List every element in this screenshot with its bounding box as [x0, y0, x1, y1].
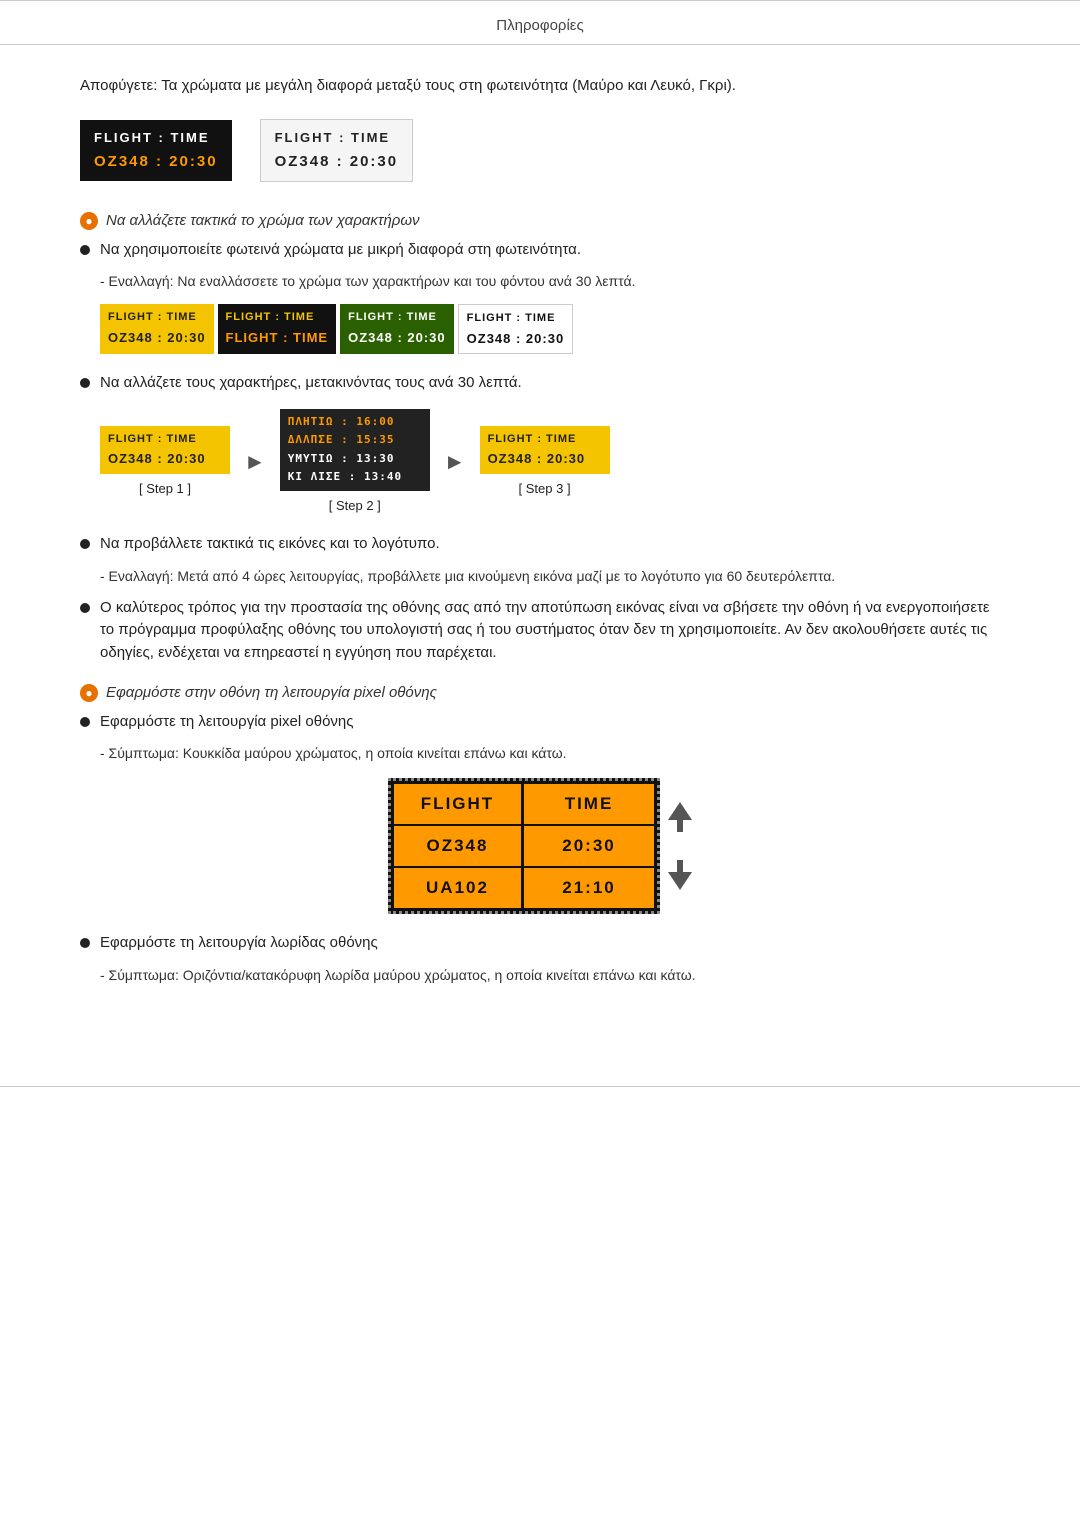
sub-note-1: - Εναλλαγή: Να εναλλάσσετε το χρώμα των … [100, 271, 1000, 292]
header-title: Πληροφορίες [0, 7, 1080, 45]
bullet6-row: Εφαρμόστε τη λειτουργία λωρίδας οθόνης [80, 932, 1000, 955]
orange-icon-symbol: ● [85, 212, 92, 230]
page: Πληροφορίες Αποφύγετε: Τα χρώματα με μεγ… [0, 0, 1080, 1527]
section1-heading-row: ● Να αλλάζετε τακτικά το χρώμα των χαρακ… [80, 210, 1000, 233]
bullet3-text: Να προβάλλετε τακτικά τις εικόνες και το… [100, 533, 440, 556]
bullet-dot-1 [80, 245, 90, 255]
section5-heading-row: ● Εφαρμόστε στην οθόνη τη λειτουργία pix… [80, 682, 1000, 705]
bullet2-row: Να αλλάζετε τους χαρακτήρες, μετακινόντα… [80, 372, 1000, 395]
step2-label: [ Step 2 ] [280, 496, 430, 516]
bullet-dot-6 [80, 938, 90, 948]
steps-row: FLIGHT : TIME OZ348 : 20:30 [ Step 1 ] ►… [100, 409, 1000, 516]
bullet1-row: Να χρησιμοποιείτε φωτεινά χρώματα με μικ… [80, 239, 1000, 262]
pixel-wrapper: FLIGHT TIME OZ348 20:30 [388, 778, 692, 914]
pb-2030: 20:30 [524, 826, 654, 866]
step1-label: [ Step 1 ] [100, 479, 230, 499]
pixel-board: FLIGHT TIME OZ348 20:30 [388, 778, 660, 914]
color-boards-row: FLIGHT : TIME OZ348 : 20:30 FLIGHT : TIM… [100, 304, 1000, 354]
board-green-white: FLIGHT : TIME OZ348 : 20:30 [340, 304, 454, 354]
step1-r2: OZ348 : 20:30 [108, 449, 222, 469]
light-board-row2: OZ348 : 20:30 [275, 151, 399, 174]
bullet-dot-3 [80, 539, 90, 549]
step2-r1: ΠΛΗΤΙΩ : 16:00 [288, 414, 422, 431]
wb-r2: OZ348 : 20:30 [467, 329, 565, 349]
orange-circle-icon-1: ● [80, 212, 98, 230]
by-r1: FLIGHT : TIME [226, 309, 329, 326]
yb-r1: FLIGHT : TIME [108, 309, 206, 326]
gw-r2: OZ348 : 20:30 [348, 328, 446, 348]
bullet6-text: Εφαρμόστε τη λειτουργία λωρίδας οθόνης [100, 932, 378, 955]
sub-note-5: - Σύμπτωμα: Κουκκίδα μαύρου χρώματος, η … [100, 743, 1000, 764]
pb-row2: OZ348 20:30 [394, 826, 654, 866]
down-arrow-icon [668, 802, 692, 852]
pixel-board-container: FLIGHT TIME OZ348 20:30 [80, 778, 1000, 914]
flight-board-dark: FLIGHT : TIME OZ348 : 20:30 [80, 120, 232, 181]
board-white-black: FLIGHT : TIME OZ348 : 20:30 [458, 304, 574, 354]
orange-circle-icon-2: ● [80, 684, 98, 702]
pb-oz348: OZ348 [394, 826, 524, 866]
wb-r1: FLIGHT : TIME [467, 310, 565, 327]
bottom-border [0, 1086, 1080, 1087]
step3-r2: OZ348 : 20:30 [488, 449, 602, 469]
content: Αποφύγετε: Τα χρώματα με μεγάλη διαφορά … [0, 45, 1080, 1056]
section1-heading: Να αλλάζετε τακτικά το χρώμα των χαρακτή… [106, 210, 420, 233]
step3-container: FLIGHT : TIME OZ348 : 20:30 [ Step 3 ] [480, 426, 610, 499]
step2-r2: ΔΛΛΠΣΕ : 15:35 [288, 432, 422, 449]
step1-container: FLIGHT : TIME OZ348 : 20:30 [ Step 1 ] [100, 426, 230, 499]
orange-icon-symbol-2: ● [85, 684, 92, 702]
yb-r2: OZ348 : 20:30 [108, 328, 206, 348]
sub-note-3: - Εναλλαγή: Μετά από 4 ώρες λειτουργίας,… [100, 566, 1000, 587]
section5-heading: Εφαρμόστε στην οθόνη τη λειτουργία pixel… [106, 682, 437, 705]
step1-board: FLIGHT : TIME OZ348 : 20:30 [100, 426, 230, 474]
bullet5-text: Εφαρμόστε τη λειτουργία pixel οθόνης [100, 711, 354, 734]
step2-board: ΠΛΗΤΙΩ : 16:00 ΔΛΛΠΣΕ : 15:35 ΥΜΥΤΙΩ : 1… [280, 409, 430, 491]
step3-label: [ Step 3 ] [480, 479, 610, 499]
step3-board: FLIGHT : TIME OZ348 : 20:30 [480, 426, 610, 474]
pb-header-time: TIME [524, 784, 654, 824]
step3-r1: FLIGHT : TIME [488, 431, 602, 448]
step2-r4: ΚΙ ΛΙΣΕ : 13:40 [288, 469, 422, 486]
down-arrow-indicator [668, 802, 692, 890]
pb-2110: 21:10 [524, 868, 654, 908]
gw-r1: FLIGHT : TIME [348, 309, 446, 326]
dark-board-row2: OZ348 : 20:30 [94, 151, 218, 174]
pb-row3: UA102 21:10 [394, 868, 654, 908]
bullet-dot-4 [80, 603, 90, 613]
down-arrow-icon-2 [668, 860, 692, 890]
flight-board-light: FLIGHT : TIME OZ348 : 20:30 [260, 119, 414, 182]
dark-board-row1: FLIGHT : TIME [94, 128, 218, 148]
arrow-right-2: ► [444, 445, 466, 478]
bullet-dot-2 [80, 378, 90, 388]
step2-container: ΠΛΗΤΙΩ : 16:00 ΔΛΛΠΣΕ : 15:35 ΥΜΥΤΙΩ : 1… [280, 409, 430, 516]
pb-header-row: FLIGHT TIME [394, 784, 654, 824]
board-black-yellow: FLIGHT : TIME FLIGHT : TIME [218, 304, 337, 354]
bullet1-text: Να χρησιμοποιείτε φωτεινά χρώματα με μικ… [100, 239, 581, 262]
arrow-right-1: ► [244, 445, 266, 478]
bullet2-text: Να αλλάζετε τους χαρακτήρες, μετακινόντα… [100, 372, 522, 395]
pb-header-flight: FLIGHT [394, 784, 524, 824]
step2-r3: ΥΜΥΤΙΩ : 13:30 [288, 451, 422, 468]
bullet-dot-5 [80, 717, 90, 727]
intro-text: Αποφύγετε: Τα χρώματα με μεγάλη διαφορά … [80, 75, 1000, 98]
pb-ua102: UA102 [394, 868, 524, 908]
sub-note-6: - Σύμπτωμα: Οριζόντια/κατακόρυφη λωρίδα … [100, 965, 1000, 986]
by-r2: FLIGHT : TIME [226, 328, 329, 348]
bullet3-row: Να προβάλλετε τακτικά τις εικόνες και το… [80, 533, 1000, 556]
top-border [0, 0, 1080, 1]
bullet4-text: Ο καλύτερος τρόπος για την προστασία της… [100, 597, 1000, 665]
step1-r1: FLIGHT : TIME [108, 431, 222, 448]
boards-comparison-row: FLIGHT : TIME OZ348 : 20:30 FLIGHT : TIM… [80, 119, 1000, 182]
bullet5-row: Εφαρμόστε τη λειτουργία pixel οθόνης [80, 711, 1000, 734]
light-board-row1: FLIGHT : TIME [275, 128, 399, 148]
bullet4-row: Ο καλύτερος τρόπος για την προστασία της… [80, 597, 1000, 665]
board-yellow-black: FLIGHT : TIME OZ348 : 20:30 [100, 304, 214, 354]
